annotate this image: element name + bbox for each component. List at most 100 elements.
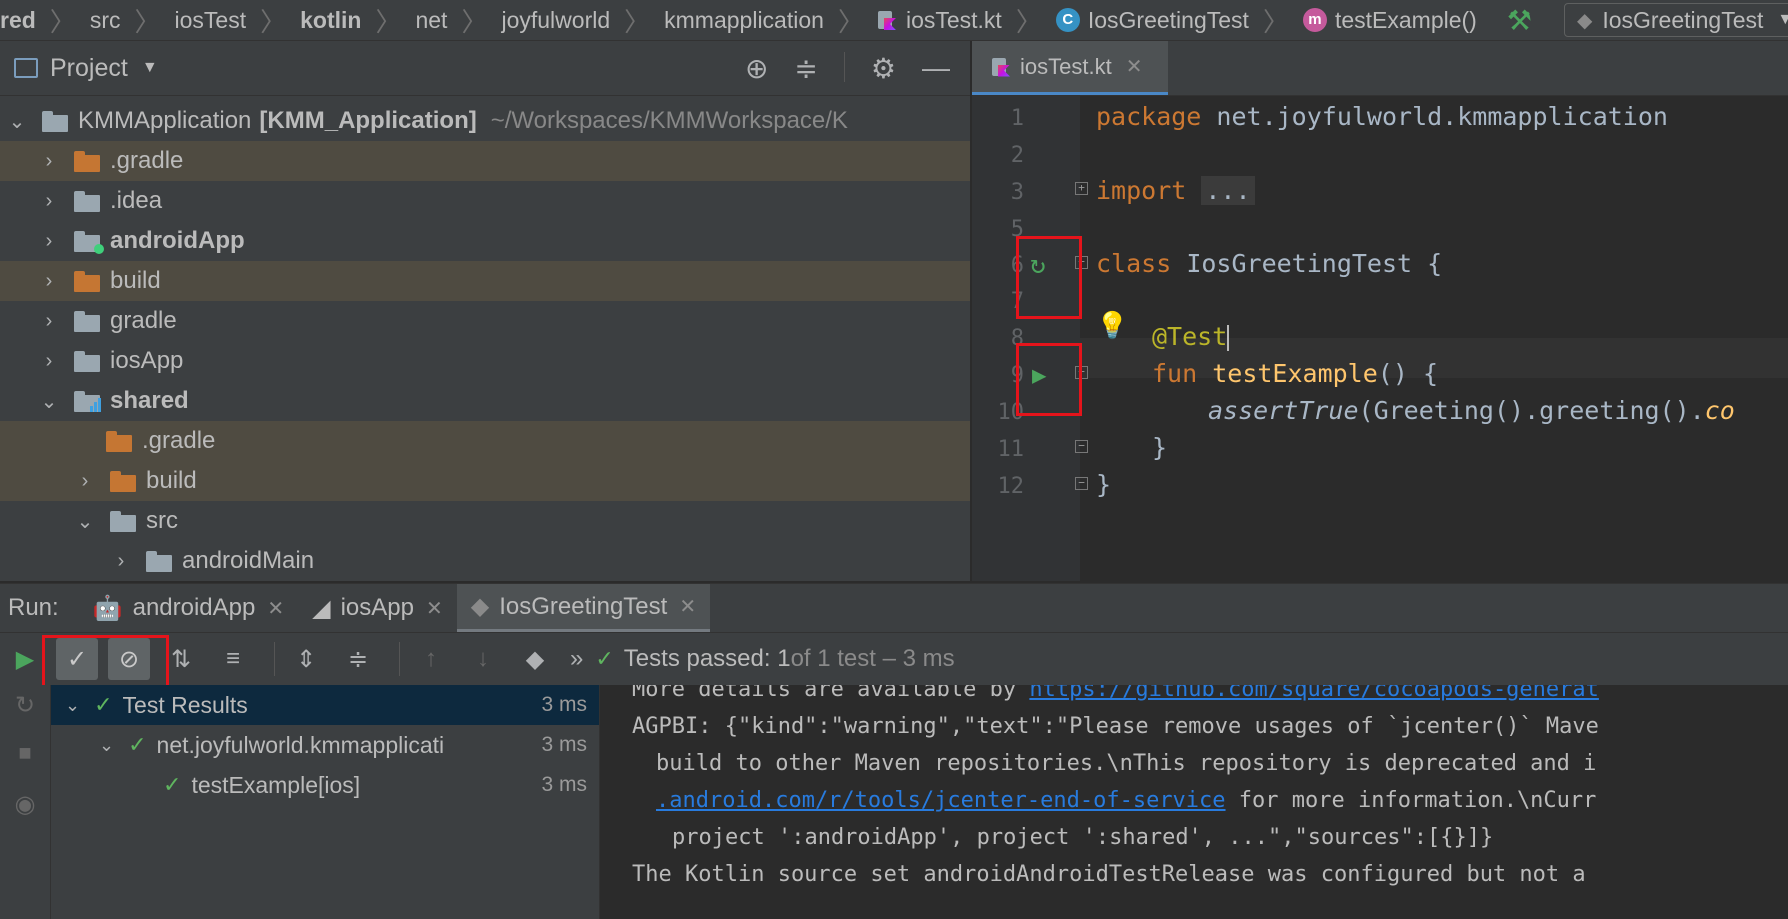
module-folder-icon [42, 111, 70, 132]
chevron-right-icon: 〉 [837, 6, 864, 37]
test-results-root[interactable]: ⌄ ✓ Test Results 3 ms [51, 685, 599, 725]
android-module-icon [74, 231, 104, 254]
crumb-kmmapplication[interactable]: kmmapplication [664, 7, 824, 34]
folded-imports[interactable]: ... [1201, 176, 1255, 205]
chevron-right-icon[interactable]: › [38, 190, 60, 213]
chevron-right-icon[interactable]: › [38, 150, 60, 173]
folder-icon [110, 471, 138, 492]
run-tab-iosapp[interactable]: ◢ iosApp ✕ [298, 584, 457, 632]
code-line-12: } [1096, 470, 1111, 499]
tree-item-iosapp[interactable]: › iosApp [0, 341, 970, 381]
crumb-red[interactable]: red [0, 7, 36, 34]
crumb-net[interactable]: net [415, 7, 447, 34]
collapse-all-icon[interactable]: ≑ [337, 638, 379, 680]
eye-icon[interactable]: ◉ [0, 790, 50, 819]
tree-item-src[interactable]: ⌄ src [0, 501, 970, 541]
crumb-kotlin[interactable]: kotlin [300, 7, 361, 34]
expand-all-icon[interactable]: ⇕ [285, 638, 327, 680]
more-icon[interactable]: » [570, 645, 583, 673]
chevron-down-icon[interactable]: ⌄ [65, 695, 80, 716]
crumb-class-label: IosGreetingTest [1087, 6, 1249, 33]
console-line: .android.com/r/tools/jcenter-end-of-serv… [656, 788, 1596, 813]
function-name: testExample [1212, 359, 1378, 388]
attach-debugger-icon[interactable]: ↻ [0, 691, 50, 720]
tree-item-shared-gradle[interactable]: .gradle [0, 421, 970, 461]
tree-item-build[interactable]: › build [0, 261, 970, 301]
close-icon[interactable]: ✕ [1126, 54, 1143, 79]
crumb-joyfulworld[interactable]: joyfulworld [501, 7, 610, 34]
run-tab-androidapp[interactable]: 🤖 androidApp ✕ [79, 584, 298, 632]
lightbulb-icon[interactable]: 💡 [1096, 311, 1128, 341]
crumb-src[interactable]: src [90, 7, 121, 34]
run-configuration-select[interactable]: ◆ IosGreetingTest ▼ [1563, 3, 1788, 37]
fold-end-icon[interactable]: − [1075, 440, 1088, 453]
rerun-icon[interactable]: ▶ [4, 638, 46, 680]
import-tests-icon[interactable]: ◆ [514, 638, 556, 680]
chevron-down-icon[interactable]: ⌄ [6, 109, 28, 134]
chevron-down-icon[interactable]: ⌄ [38, 389, 60, 414]
chevron-down-icon[interactable]: ⌄ [99, 735, 114, 756]
test-status-detail: of 1 test – 3 ms [790, 645, 955, 672]
stop-icon[interactable]: ■ [0, 740, 50, 766]
minimize-icon[interactable]: — [922, 52, 950, 85]
fold-end-icon[interactable]: − [1075, 477, 1088, 490]
chevron-right-icon: 〉 [624, 6, 651, 37]
keyword: fun [1152, 359, 1198, 388]
run-configuration-label: IosGreetingTest [1602, 6, 1764, 33]
tree-item-idea[interactable]: › .idea [0, 181, 970, 221]
crumb-method[interactable]: m testExample() [1302, 7, 1477, 34]
code-area[interactable]: 1 2 3 5 6 7 8 9 10 11 12 package net.joy… [972, 96, 1788, 581]
fold-expand-icon[interactable]: + [1075, 182, 1088, 195]
tree-item-shared-build[interactable]: › build [0, 461, 970, 501]
chevron-right-icon: 〉 [375, 6, 402, 37]
code-text: () { [1377, 359, 1439, 388]
kotlin-file-icon [992, 56, 1012, 78]
close-icon[interactable]: ✕ [267, 596, 284, 621]
test-config-icon: ◆ [470, 593, 490, 620]
root-path: ~/Workspaces/KMMWorkspace/K [490, 107, 848, 134]
run-tab-iosgreetingtest[interactable]: ◆ IosGreetingTest ✕ [456, 584, 711, 632]
collapse-all-icon[interactable]: ≑ [794, 52, 817, 85]
chevron-right-icon[interactable]: › [38, 310, 60, 333]
gear-icon[interactable]: ⚙ [871, 52, 896, 85]
tree-item-androidapp[interactable]: › androidApp [0, 221, 970, 261]
editor-tab-iostest[interactable]: iosTest.kt ✕ [972, 41, 1168, 95]
close-icon[interactable]: ✕ [426, 596, 443, 621]
close-icon[interactable]: ✕ [679, 594, 696, 619]
project-panel-title[interactable]: Project [50, 54, 128, 83]
console-link[interactable]: .android.com/r/tools/jcenter-end-of-serv… [656, 788, 1226, 813]
tree-root-row[interactable]: ⌄ KMMApplication [KMM_Application] ~/Wor… [0, 101, 970, 141]
chevron-right-icon[interactable]: › [38, 350, 60, 373]
tree-item-gradle[interactable]: › .gradle [0, 141, 970, 181]
chevron-right-icon[interactable]: › [38, 270, 60, 293]
run-label: Run: [8, 594, 59, 621]
test-results-case[interactable]: ✓ testExample[ios] 3 ms [51, 765, 599, 805]
tree-item-gradle-dir[interactable]: › gradle [0, 301, 970, 341]
build-hammer-icon[interactable]: ⚒ [1507, 4, 1532, 37]
tree-item-shared[interactable]: ⌄ shared [0, 381, 970, 421]
test-results-suite[interactable]: ⌄ ✓ net.joyfulworld.kmmapplicati 3 ms [51, 725, 599, 765]
toolbar-divider [274, 642, 275, 676]
passed-check-icon: ✓ [128, 732, 147, 757]
previous-failed-icon[interactable]: ↑ [410, 638, 452, 680]
annotation-box [1016, 236, 1082, 319]
console-link[interactable]: https://github.com/square/cocoapods-gene… [1029, 685, 1599, 702]
crumb-iostest[interactable]: iosTest [175, 7, 247, 34]
crumb-file[interactable]: iosTest.kt [877, 7, 1002, 34]
chevron-down-icon[interactable]: ⌄ [74, 509, 96, 534]
sort-by-duration-icon[interactable]: ≡ [212, 638, 254, 680]
chevron-right-icon[interactable]: › [38, 230, 60, 253]
tree-item-androidmain[interactable]: › androidMain [0, 541, 970, 581]
test-results-tree: ⌄ ✓ Test Results 3 ms ⌄ ✓ net.joyfulworl… [51, 685, 600, 919]
console-line: The Kotlin source set androidAndroidTest… [632, 862, 1586, 887]
console-output[interactable]: More details are available by https://gi… [600, 685, 1788, 919]
folder-icon [74, 271, 102, 292]
locate-icon[interactable]: ⊕ [745, 52, 768, 85]
code-line-6: class IosGreetingTest { [1096, 249, 1442, 278]
folder-icon [110, 511, 138, 532]
next-failed-icon[interactable]: ↓ [462, 638, 504, 680]
chevron-down-icon[interactable]: ▼ [142, 59, 158, 77]
chevron-right-icon[interactable]: › [110, 550, 132, 573]
crumb-class[interactable]: C IosGreetingTest [1055, 6, 1249, 34]
chevron-right-icon[interactable]: › [74, 470, 96, 493]
